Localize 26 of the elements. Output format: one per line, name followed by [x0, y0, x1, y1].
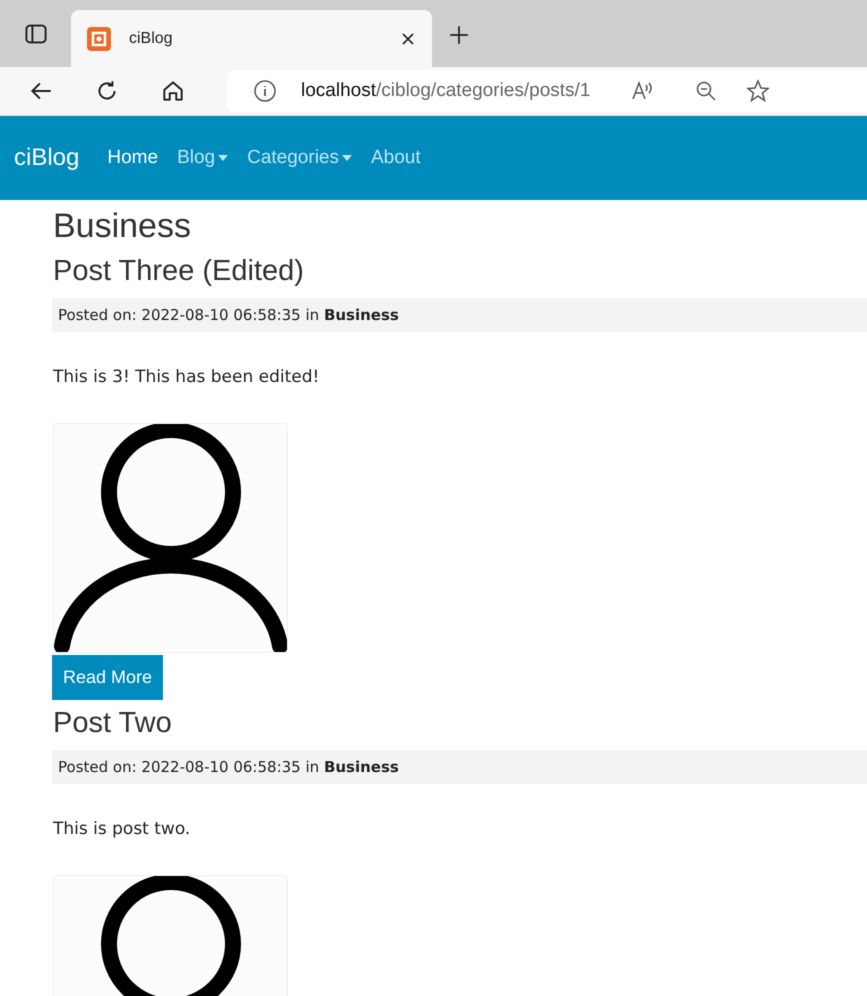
tab-title: ciBlog	[129, 30, 174, 48]
brand-link[interactable]: ciBlog	[14, 144, 80, 172]
nav-link[interactable]: Home	[107, 147, 158, 169]
caret-icon	[342, 155, 352, 161]
post-body: This is 3! This has been edited!	[53, 367, 320, 387]
nav-dropdown[interactable]: Categories	[247, 147, 352, 169]
app-logo-icon	[87, 26, 111, 50]
url-text: localhost/ciblog/categories/posts/1	[301, 80, 590, 102]
zoom-out-icon[interactable]	[694, 79, 718, 103]
address-field[interactable]: localhost/ciblog/categories/posts/1	[227, 70, 867, 112]
close-icon[interactable]	[400, 30, 416, 46]
browser-tab[interactable]: ciBlog	[71, 10, 432, 67]
nav-link[interactable]: About	[370, 147, 421, 169]
star-icon[interactable]	[746, 79, 770, 103]
tab-panel-icon[interactable]	[24, 22, 48, 46]
caret-icon	[218, 155, 228, 161]
read-more-button[interactable]: Read More	[52, 655, 164, 700]
post-body: This is post two.	[53, 819, 192, 839]
post-meta: Posted on: 2022-08-10 06:58:35 in Business	[52, 750, 867, 784]
nav-dropdown[interactable]: Blog	[177, 147, 228, 169]
post-meta: Posted on: 2022-08-10 06:58:35 in Business	[52, 298, 867, 332]
page-title: Business	[53, 206, 192, 247]
post-title: Post Three (Edited)	[53, 254, 305, 289]
info-icon	[253, 79, 277, 103]
new-tab-icon[interactable]	[448, 24, 470, 46]
post-title: Post Two	[53, 706, 173, 741]
